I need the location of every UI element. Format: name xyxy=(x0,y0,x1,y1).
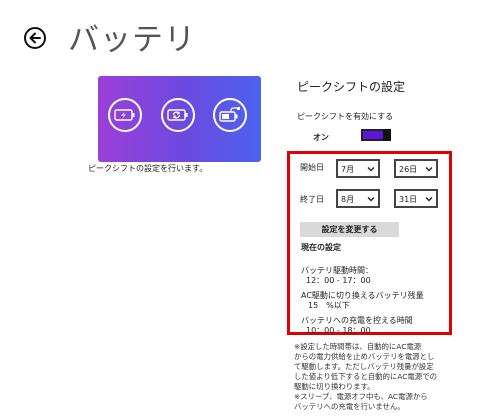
section-title: ピークシフトの設定 xyxy=(297,80,406,94)
footnote-line: ※スリープ、電源オフ中も、AC電源から xyxy=(294,392,428,401)
toggle-state-label: オン xyxy=(313,133,329,142)
charge-limit-value: 10：00 - 18：00 xyxy=(306,326,371,335)
start-date-label: 開始日 xyxy=(300,163,324,172)
chevron-down-icon xyxy=(425,167,433,172)
end-month-value: 8月 xyxy=(341,195,355,204)
chevron-down-icon xyxy=(367,197,375,202)
start-month-value: 7月 xyxy=(341,165,355,174)
end-day-value: 31日 xyxy=(399,195,418,204)
footnote-line: からの電力供給を止めバッテリを電源とし xyxy=(294,352,435,361)
end-month-select[interactable]: 8月 xyxy=(336,189,380,208)
footnote-line: 駆動に切り換わります。 xyxy=(294,382,375,391)
drive-time-value: 12：00 - 17：00 xyxy=(306,276,371,285)
battery-plug-icon xyxy=(213,98,247,132)
chevron-down-icon xyxy=(367,167,375,172)
hero-banner xyxy=(98,76,261,162)
chevron-down-icon xyxy=(425,197,433,202)
current-settings-title: 現在の設定 xyxy=(301,243,341,252)
footnote-line: した値より低下すると自動的にAC電源での xyxy=(294,372,437,381)
battery-charging-icon xyxy=(108,98,142,132)
battery-cycle-icon xyxy=(161,98,195,132)
start-day-select[interactable]: 26日 xyxy=(394,159,438,178)
toggle-knob[interactable] xyxy=(383,129,391,141)
page-title: バッテリ xyxy=(68,22,196,58)
peak-shift-toggle[interactable] xyxy=(361,129,391,141)
end-day-select[interactable]: 31日 xyxy=(394,189,438,208)
footnote: ※設定した時間帯は、自動的にAC電源 からの電力供給を止めバッテリを電源とし て… xyxy=(294,342,454,412)
start-month-select[interactable]: 7月 xyxy=(336,159,380,178)
footnote-line: ※設定した時間帯は、自動的にAC電源 xyxy=(294,342,422,351)
hero-caption: ピークシフトの設定を行います。 xyxy=(88,164,208,173)
toggle-label: ピークシフトを有効にする xyxy=(297,112,394,121)
back-button[interactable] xyxy=(24,27,46,49)
switch-threshold-value: 15 %以下 xyxy=(308,301,350,310)
end-date-label: 終了日 xyxy=(300,195,324,204)
arrow-left-icon xyxy=(29,32,41,44)
footnote-line: て駆動します。ただしバッテリ残量が設定 xyxy=(294,362,434,371)
start-day-value: 26日 xyxy=(399,165,418,174)
footnote-line: バッテリへの充電を行いません。 xyxy=(294,402,405,411)
change-settings-button[interactable]: 設定を変更する xyxy=(300,222,399,237)
